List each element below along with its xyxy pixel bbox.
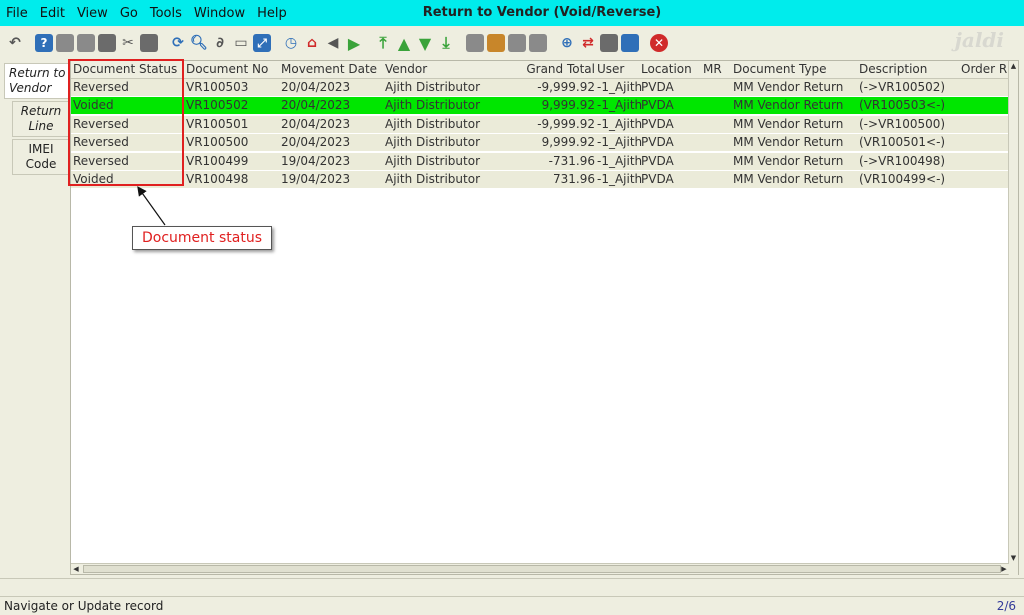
status-bar: Navigate or Update record 2/6 — [0, 596, 1024, 615]
annotation-label: Document status — [132, 226, 272, 250]
divider — [0, 578, 1024, 579]
annotation-arrow — [137, 186, 166, 226]
record-count[interactable]: 2/6 — [997, 599, 1016, 613]
status-message: Navigate or Update record — [4, 599, 164, 613]
